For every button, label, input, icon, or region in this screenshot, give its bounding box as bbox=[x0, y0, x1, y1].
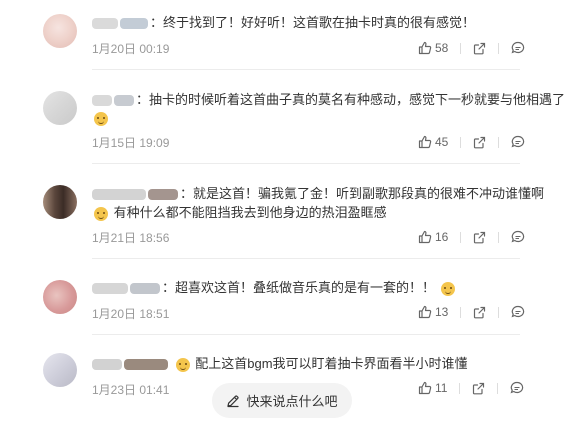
comment-date: 1月21日 18:56 bbox=[92, 231, 170, 245]
share-icon bbox=[474, 42, 486, 54]
like-button[interactable]: 11 bbox=[418, 381, 447, 395]
like-button[interactable]: 13 bbox=[418, 305, 448, 319]
thumbs-up-icon bbox=[418, 135, 432, 149]
comment-line: ：抽卡的时候听着这首曲子真的莫名有种感动，感觉下一秒就要与他相遇了 bbox=[136, 92, 564, 107]
reply-button[interactable] bbox=[511, 305, 525, 319]
like-count: 45 bbox=[435, 135, 449, 149]
divider bbox=[460, 136, 462, 148]
like-count: 13 bbox=[435, 305, 449, 319]
reply-button[interactable] bbox=[510, 381, 524, 395]
reply-button[interactable] bbox=[511, 135, 525, 149]
comment-line: 有种什么都不能阻挡我去到他身边的热泪盈眶感 bbox=[113, 205, 387, 220]
pencil-icon bbox=[227, 394, 240, 407]
comment-text: 配上这首bgm我可以盯着抽卡界面看半小时谁懂 bbox=[92, 355, 468, 373]
username-blurred[interactable] bbox=[92, 359, 122, 371]
avatar[interactable] bbox=[43, 353, 77, 387]
reply-icon bbox=[511, 41, 525, 54]
reply-icon bbox=[511, 230, 525, 243]
comment-line: 配上这首bgm我可以盯着抽卡界面看半小时谁懂 bbox=[195, 356, 468, 371]
comment-actions: 11 bbox=[418, 380, 524, 396]
comment-text: ：抽卡的时候听着这首曲子真的莫名有种感动，感觉下一秒就要与他相遇了 bbox=[92, 91, 564, 109]
comment-text bbox=[92, 109, 110, 127]
username-blurred[interactable] bbox=[92, 189, 146, 201]
divider bbox=[459, 382, 461, 394]
comment-date: 1月20日 18:51 bbox=[92, 307, 170, 321]
like-count: 16 bbox=[435, 230, 449, 244]
username-blurred[interactable] bbox=[92, 18, 118, 30]
divider bbox=[498, 231, 500, 243]
divider bbox=[460, 231, 462, 243]
share-button[interactable] bbox=[473, 306, 486, 319]
emoji-icon bbox=[94, 111, 108, 126]
comment-actions: 58 bbox=[418, 40, 525, 56]
divider bbox=[498, 136, 500, 148]
reply-button[interactable] bbox=[511, 230, 525, 244]
comment-date: 1月15日 19:09 bbox=[92, 136, 170, 150]
divider bbox=[92, 258, 520, 259]
comment-text: ：超喜欢这首！叠纸做音乐真的是有一套的！！ bbox=[92, 279, 457, 297]
comment-text: 有种什么都不能阻挡我去到他身边的热泪盈眶感 bbox=[92, 204, 387, 222]
share-button[interactable] bbox=[473, 42, 486, 55]
share-button[interactable] bbox=[473, 231, 486, 244]
username-blurred[interactable] bbox=[92, 283, 128, 295]
thumbs-up-icon bbox=[418, 381, 432, 395]
like-count: 58 bbox=[435, 41, 449, 55]
share-icon bbox=[474, 136, 486, 148]
like-button[interactable]: 45 bbox=[418, 135, 448, 149]
divider bbox=[460, 306, 462, 318]
share-button[interactable] bbox=[473, 136, 486, 149]
reply-icon bbox=[511, 135, 525, 148]
comment-line: ：就是这首！骗我氪了金！听到副歌那段真的很难不冲动谁懂啊 bbox=[180, 186, 545, 201]
comment-line: ：超喜欢这首！叠纸做音乐真的是有一套的！！ bbox=[162, 280, 436, 295]
divider bbox=[497, 382, 499, 394]
like-button[interactable]: 58 bbox=[418, 41, 448, 55]
avatar[interactable] bbox=[43, 91, 77, 125]
comment-input-button[interactable]: 快来说点什么吧 bbox=[212, 383, 352, 418]
share-button[interactable] bbox=[472, 382, 485, 395]
share-icon bbox=[474, 306, 486, 318]
username-blurred[interactable] bbox=[92, 95, 112, 107]
emoji-icon bbox=[175, 357, 190, 372]
thumbs-up-icon bbox=[418, 305, 432, 319]
comment-actions: 13 bbox=[418, 304, 525, 320]
share-icon bbox=[473, 382, 485, 394]
like-button[interactable]: 16 bbox=[418, 230, 448, 244]
thumbs-up-icon bbox=[418, 230, 432, 244]
reply-icon bbox=[511, 305, 525, 318]
divider bbox=[92, 69, 520, 70]
divider bbox=[92, 334, 520, 335]
share-icon bbox=[474, 231, 486, 243]
username-blurred-part bbox=[120, 18, 148, 30]
comment-date: 1月23日 01:41 bbox=[92, 383, 170, 397]
comment-text: ：就是这首！骗我氪了金！听到副歌那段真的很难不冲动谁懂啊 bbox=[92, 185, 544, 203]
divider bbox=[498, 42, 500, 54]
reply-button[interactable] bbox=[511, 41, 525, 55]
comment-date: 1月20日 00:19 bbox=[92, 42, 170, 56]
comment-actions: 45 bbox=[418, 134, 525, 150]
username-blurred-part bbox=[114, 95, 134, 107]
comment-actions: 16 bbox=[418, 229, 525, 245]
reply-icon bbox=[511, 381, 524, 394]
divider bbox=[498, 306, 500, 318]
username-blurred-part bbox=[130, 283, 160, 295]
comment-text: ：终于找到了！好好听！这首歌在抽卡时真的很有感觉！ bbox=[92, 14, 475, 32]
emoji-icon bbox=[440, 281, 455, 296]
comment-line: ：终于找到了！好好听！这首歌在抽卡时真的很有感觉！ bbox=[150, 15, 476, 30]
avatar[interactable] bbox=[43, 185, 77, 219]
comment-input-placeholder: 快来说点什么吧 bbox=[246, 394, 338, 409]
username-blurred-part bbox=[148, 189, 178, 201]
username-blurred-part bbox=[124, 359, 168, 371]
avatar[interactable] bbox=[43, 14, 77, 48]
divider bbox=[92, 163, 520, 164]
like-count: 11 bbox=[435, 381, 448, 395]
divider bbox=[460, 42, 462, 54]
avatar[interactable] bbox=[43, 280, 77, 314]
emoji-icon bbox=[94, 206, 108, 221]
thumbs-up-icon bbox=[418, 41, 432, 55]
